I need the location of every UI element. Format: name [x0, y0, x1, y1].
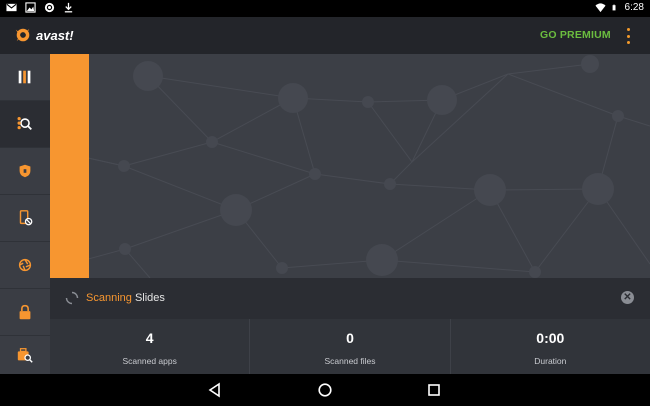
stat-label: Scanned files — [324, 356, 376, 366]
avast-logo: avast! — [14, 26, 74, 44]
go-premium-button[interactable]: GO PREMIUM — [540, 29, 611, 41]
close-icon[interactable]: ✕ — [621, 291, 634, 304]
network-icon — [18, 258, 32, 272]
brand-name: avast! — [36, 27, 74, 43]
battery-icon — [612, 4, 616, 11]
download-icon — [64, 2, 73, 13]
wifi-icon — [594, 3, 606, 13]
scan-stats: 4 Scanned apps 0 Scanned files 0:00 Dura… — [50, 319, 650, 374]
recents-icon[interactable] — [426, 382, 442, 398]
network-background — [64, 55, 650, 278]
navigation-bar — [0, 374, 650, 406]
stat-value: 0 — [346, 330, 354, 346]
scan-area — [50, 54, 650, 278]
phone-block-icon — [19, 210, 33, 226]
status-bar: 6:28 — [0, 0, 650, 17]
sidebar-item-app-blocker[interactable] — [0, 195, 50, 242]
sidebar-item-privacy[interactable] — [0, 336, 50, 374]
image-icon — [25, 2, 36, 13]
dashboard-icon — [18, 70, 31, 84]
scan-status-bar: Scanning Slides ✕ — [50, 278, 650, 319]
sidebar — [0, 54, 50, 374]
gmail-icon — [6, 3, 17, 12]
back-icon[interactable] — [207, 382, 223, 398]
scan-target: Slides — [134, 292, 165, 304]
stat-label: Scanned apps — [122, 356, 177, 366]
stat-scanned-files: 0 Scanned files — [250, 319, 451, 374]
stat-duration: 0:00 Duration — [451, 319, 650, 374]
lock-icon — [19, 304, 31, 320]
sidebar-item-dashboard[interactable] — [0, 54, 50, 101]
sidebar-item-network[interactable] — [0, 242, 50, 289]
sync-icon — [44, 2, 55, 13]
clock: 6:28 — [624, 2, 644, 13]
app-header: avast! GO PREMIUM — [0, 17, 650, 54]
shield-icon — [19, 164, 31, 178]
scan-status-label: Scanning — [86, 292, 132, 304]
scan-status-text: Scanning Slides — [86, 292, 165, 304]
scan-progress-band — [50, 54, 89, 278]
sidebar-item-shield[interactable] — [0, 148, 50, 195]
spinner-icon — [65, 291, 79, 305]
avast-logo-icon — [15, 28, 30, 42]
stat-label: Duration — [534, 356, 567, 366]
sidebar-item-app-locker[interactable] — [0, 289, 50, 336]
sidebar-item-scan[interactable] — [0, 101, 50, 148]
privacy-search-icon — [17, 348, 33, 363]
stat-scanned-apps: 4 Scanned apps — [50, 319, 251, 374]
stat-value: 4 — [145, 330, 154, 346]
overflow-menu-icon[interactable] — [622, 27, 634, 45]
home-icon[interactable] — [317, 382, 333, 398]
stat-value: 0:00 — [536, 330, 565, 346]
scan-icon — [17, 116, 32, 131]
